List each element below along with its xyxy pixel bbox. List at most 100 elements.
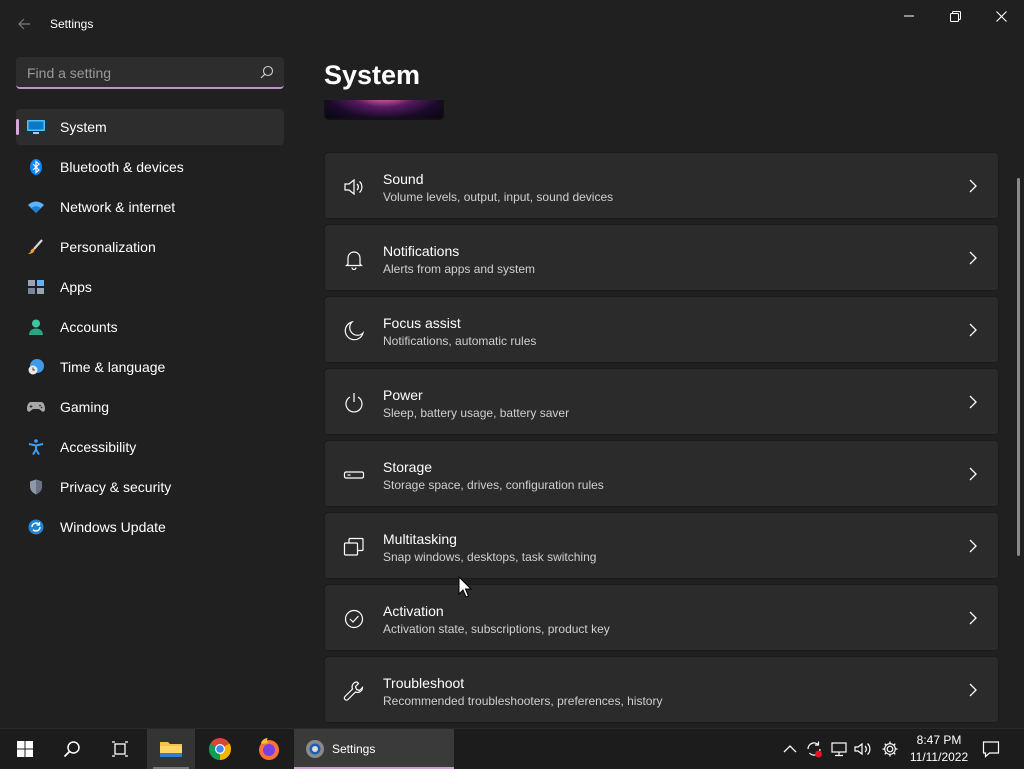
task-view-button[interactable] (96, 729, 144, 769)
settings-card-activation[interactable]: Activation Activation state, subscriptio… (324, 584, 999, 651)
person-icon (29, 319, 43, 335)
check-circle-icon (344, 609, 364, 629)
sidebar-item-label: Accounts (60, 319, 118, 335)
card-subtitle: Recommended troubleshooters, preferences… (383, 694, 663, 708)
start-button[interactable] (1, 729, 49, 769)
settings-card-multitasking[interactable]: Multitasking Snap windows, desktops, tas… (324, 512, 999, 579)
ethernet-icon (831, 742, 847, 757)
taskbar: Settings 8:47 PM 11/11/2022 (0, 728, 1024, 769)
settings-gear-icon (306, 740, 324, 758)
tray-settings-button[interactable] (880, 739, 900, 759)
chevron-right-icon (969, 683, 977, 697)
search-placeholder: Find a setting (27, 65, 112, 81)
minimize-button[interactable] (886, 0, 932, 32)
restore-icon (949, 10, 961, 22)
sidebar-item-label: Bluetooth & devices (60, 159, 184, 175)
speaker-icon (344, 178, 363, 196)
settings-list: Sound Volume levels, output, input, soun… (324, 152, 1000, 724)
settings-taskbar-button[interactable]: Settings (294, 729, 454, 769)
sidebar-item-label: Network & internet (60, 199, 176, 215)
taskbar-app-label: Settings (332, 742, 376, 756)
close-button[interactable] (978, 0, 1024, 32)
wifi-icon (28, 201, 44, 213)
app-title: Settings (50, 17, 94, 31)
sidebar-item-accounts[interactable]: Accounts (16, 309, 284, 345)
clock-date: 11/11/2022 (909, 750, 969, 764)
sync-alert-icon (807, 741, 822, 758)
desktop-wallpaper-thumbnail[interactable] (324, 100, 444, 120)
file-explorer-button[interactable] (147, 729, 195, 769)
sidebar-item-personalization[interactable]: Personalization (16, 229, 284, 265)
sidebar-item-privacy[interactable]: Privacy & security (16, 469, 284, 505)
chevron-right-icon (969, 539, 977, 553)
card-title: Storage (383, 459, 433, 475)
card-subtitle: Activation state, subscriptions, product… (383, 622, 610, 636)
shield-icon (30, 479, 42, 495)
sidebar-item-accessibility[interactable]: Accessibility (16, 429, 284, 465)
settings-card-power[interactable]: Power Sleep, battery usage, battery save… (324, 368, 999, 435)
card-title: Power (383, 387, 423, 403)
drive-icon (343, 471, 365, 479)
sidebar-item-network[interactable]: Network & internet (16, 189, 284, 225)
sidebar-item-label: Apps (60, 279, 92, 295)
card-subtitle: Snap windows, desktops, task switching (383, 550, 597, 564)
taskbar-search-button[interactable] (48, 729, 96, 769)
show-hidden-icons-button[interactable] (780, 739, 800, 759)
restore-button[interactable] (932, 0, 978, 32)
settings-card-notifications[interactable]: Notifications Alerts from apps and syste… (324, 224, 999, 291)
sidebar-item-time-language[interactable]: Time & language (16, 349, 284, 385)
sync-status-button[interactable] (804, 739, 824, 759)
chrome-button[interactable] (196, 729, 244, 769)
monitor-icon (27, 120, 45, 134)
notification-center-button[interactable] (981, 739, 1001, 759)
close-icon (995, 10, 1007, 22)
sidebar-item-label: Time & language (60, 359, 166, 375)
settings-card-storage[interactable]: Storage Storage space, drives, configura… (324, 440, 999, 507)
chevron-right-icon (969, 179, 977, 193)
search-input[interactable]: Find a setting (16, 57, 284, 89)
card-title: Activation (383, 603, 444, 619)
chevron-right-icon (969, 251, 977, 265)
brush-icon (28, 239, 43, 254)
sidebar-item-label: Accessibility (60, 439, 137, 455)
settings-card-troubleshoot[interactable]: Troubleshoot Recommended troubleshooters… (324, 656, 999, 723)
back-button[interactable] (12, 12, 36, 36)
card-title: Troubleshoot (383, 675, 465, 691)
multitask-icon (343, 537, 364, 556)
card-subtitle: Volume levels, output, input, sound devi… (383, 190, 614, 204)
sidebar-item-system[interactable]: System (16, 109, 284, 145)
minimize-icon (904, 15, 914, 17)
power-icon (345, 393, 363, 413)
sidebar-item-gaming[interactable]: Gaming (16, 389, 284, 425)
globe-clock-icon (28, 359, 44, 375)
apps-icon (28, 280, 44, 294)
chevron-right-icon (969, 395, 977, 409)
sidebar-nav: System Bluetooth & devices Network & int… (16, 109, 284, 549)
chevron-up-icon (783, 745, 797, 753)
selection-indicator (16, 119, 19, 135)
sidebar-item-label: System (60, 119, 107, 135)
firefox-button[interactable] (245, 729, 293, 769)
wrench-icon (343, 681, 364, 701)
bell-icon (345, 251, 363, 270)
bluetooth-icon (30, 159, 42, 175)
sidebar-item-bluetooth[interactable]: Bluetooth & devices (16, 149, 284, 185)
back-arrow-icon (18, 18, 30, 30)
card-subtitle: Notifications, automatic rules (383, 334, 537, 348)
chrome-icon (209, 738, 231, 760)
vertical-scrollbar[interactable] (1017, 178, 1020, 556)
network-status-button[interactable] (829, 739, 849, 759)
sidebar-item-apps[interactable]: Apps (16, 269, 284, 305)
sidebar-item-windows-update[interactable]: Windows Update (16, 509, 284, 545)
clock-time: 8:47 PM (916, 733, 962, 747)
volume-button[interactable] (853, 739, 873, 759)
sidebar-item-label: Privacy & security (60, 479, 172, 495)
page-title: System (324, 60, 421, 90)
search-icon (63, 741, 80, 758)
gear-icon (882, 741, 898, 757)
settings-card-sound[interactable]: Sound Volume levels, output, input, soun… (324, 152, 999, 219)
mouse-cursor-icon (458, 576, 472, 598)
chevron-right-icon (969, 611, 977, 625)
settings-card-focus-assist[interactable]: Focus assist Notifications, automatic ru… (324, 296, 999, 363)
taskbar-clock[interactable]: 8:47 PM 11/11/2022 (906, 732, 972, 766)
